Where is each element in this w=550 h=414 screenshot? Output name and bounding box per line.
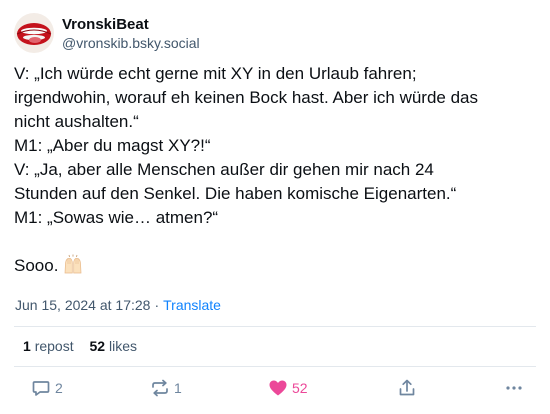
post-card: VronskiBeat @vronskib.bsky.social V: „Ic… <box>0 0 550 414</box>
closing-text: Sooo. <box>14 256 59 275</box>
author-handle[interactable]: @vronskib.bsky.social <box>62 34 200 52</box>
translate-link[interactable]: Translate <box>163 297 221 313</box>
likes-stat[interactable]: 52 likes <box>90 336 137 356</box>
reply-count: 2 <box>55 380 63 396</box>
meta-separator: · <box>154 297 160 313</box>
likes-count: 52 <box>89 338 106 354</box>
more-options-button[interactable] <box>504 376 524 400</box>
reposts-stat[interactable]: 1 repost <box>23 336 74 356</box>
more-dots-icon <box>504 378 524 398</box>
like-button[interactable]: 52 <box>268 376 308 400</box>
raising-hands-icon <box>63 254 83 281</box>
post-text: V: „Ich würde echt gerne mit XY in den U… <box>14 62 544 281</box>
author-display-name[interactable]: VronskiBeat <box>62 15 200 34</box>
post-timestamp[interactable]: Jun 15, 2024 at 17:28 <box>15 297 150 313</box>
repost-arrows-icon <box>150 378 170 398</box>
post-header: VronskiBeat @vronskib.bsky.social <box>14 13 200 53</box>
like-count: 52 <box>292 380 308 396</box>
post-text-line: M1: „Sowas wie… atmen?“ <box>14 208 219 227</box>
heart-icon <box>268 378 288 398</box>
post-meta: Jun 15, 2024 at 17:28 · Translate <box>15 296 221 314</box>
post-actions: 2 1 52 <box>0 376 550 400</box>
post-text-line: M1: „Aber du magst XY?!“ <box>14 136 211 155</box>
reposts-count: 1 <box>23 338 31 354</box>
repost-count: 1 <box>174 380 182 396</box>
post-text-closing: Sooo. <box>14 254 544 281</box>
reply-button[interactable]: 2 <box>31 376 63 400</box>
reposts-label: repost <box>34 338 74 354</box>
divider <box>14 366 536 367</box>
share-button[interactable] <box>397 376 417 400</box>
share-icon <box>397 378 417 398</box>
avatar[interactable] <box>14 13 54 53</box>
post-text-line: V: „Ich würde echt gerne mit XY in den U… <box>14 64 417 83</box>
post-text-line: V: „Ja, aber alle Menschen außer dir geh… <box>14 160 434 179</box>
divider <box>14 326 536 327</box>
post-stats: 1 repost 52 likes <box>23 336 149 356</box>
post-text-line: irgendwohin, worauf eh keinen Bock hast.… <box>14 88 478 107</box>
reply-bubble-icon <box>31 378 51 398</box>
likes-label: likes <box>108 338 137 354</box>
post-text-line: Stunden auf den Senkel. Die haben komisc… <box>14 184 457 203</box>
post-text-line: nicht aushalten.“ <box>14 112 139 131</box>
repost-button[interactable]: 1 <box>150 376 182 400</box>
author-names: VronskiBeat @vronskib.bsky.social <box>62 15 200 52</box>
